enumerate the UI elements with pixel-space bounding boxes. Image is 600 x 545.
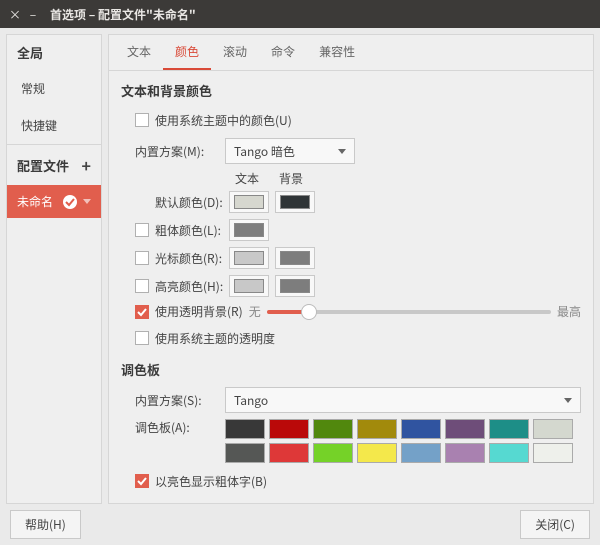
- row-use-theme-transparency[interactable]: 使用系统主题的透明度: [135, 326, 581, 350]
- select-builtin-scheme-value: Tango 暗色: [234, 143, 295, 160]
- label-default-colors: 默认颜色(D):: [155, 194, 229, 211]
- tabs: 文本颜色滚动命令兼容性: [109, 35, 593, 71]
- palette-grid: [225, 419, 581, 463]
- highlight-text-color-button[interactable]: [229, 275, 269, 297]
- titlebar: × – 首选项 – 配置文件"未命名": [0, 0, 600, 28]
- check-circle-icon: [63, 195, 77, 209]
- row-bold-bright[interactable]: 以亮色显示粗体字(B): [135, 469, 581, 493]
- palette-swatch-6[interactable]: [489, 419, 529, 439]
- chevron-down-icon: [564, 398, 572, 403]
- slider-min-label: 无: [249, 303, 261, 320]
- cursor-bg-color-button[interactable]: [275, 247, 315, 269]
- row-palette-scheme: 内置方案(S): Tango: [135, 387, 581, 413]
- label-bold-color: 粗体颜色(L):: [155, 222, 229, 239]
- label-palette-colors: 调色板(A):: [135, 419, 225, 436]
- bold-color-button[interactable]: [229, 219, 269, 241]
- sidebar-profile-active[interactable]: 未命名: [7, 185, 101, 218]
- sidebar-item-shortcuts[interactable]: 快捷键: [7, 107, 101, 144]
- row-highlight-color: 高亮颜色(H):: [135, 275, 581, 297]
- row-cursor-color: 光标颜色(R):: [135, 247, 581, 269]
- label-transparent-bg: 使用透明背景(R): [155, 303, 243, 320]
- highlight-bg-color-button[interactable]: [275, 275, 315, 297]
- default-bg-color-button[interactable]: [275, 191, 315, 213]
- tab-4[interactable]: 兼容性: [307, 35, 367, 70]
- col-text-label: 文本: [225, 170, 269, 187]
- palette-swatch-0[interactable]: [225, 419, 265, 439]
- slider-max-label: 最高: [557, 303, 581, 320]
- minimize-window-icon[interactable]: –: [24, 0, 42, 28]
- default-text-color-button[interactable]: [229, 191, 269, 213]
- palette-swatch-14[interactable]: [489, 443, 529, 463]
- sidebar: 全局 常规 快捷键 配置文件 + 未命名: [6, 34, 102, 504]
- row-default-colors: 默认颜色(D):: [135, 191, 581, 213]
- help-button[interactable]: 帮助(H): [10, 510, 81, 539]
- color-columns-header: 文本 背景: [225, 170, 581, 187]
- tab-3[interactable]: 命令: [259, 35, 307, 70]
- label-use-theme-transparency: 使用系统主题的透明度: [155, 330, 275, 347]
- palette-swatch-5[interactable]: [445, 419, 485, 439]
- checkbox-bold-color[interactable]: [135, 223, 149, 237]
- palette-swatch-15[interactable]: [533, 443, 573, 463]
- close-button[interactable]: 关闭(C): [520, 510, 590, 539]
- checkbox-transparent-bg[interactable]: [135, 305, 149, 319]
- palette-swatch-9[interactable]: [269, 443, 309, 463]
- checkbox-use-theme-transparency[interactable]: [135, 331, 149, 345]
- checkbox-highlight-color[interactable]: [135, 279, 149, 293]
- content: 全局 常规 快捷键 配置文件 + 未命名 文本颜色滚动命令兼容性 文本和背景颜色: [0, 28, 600, 510]
- col-bg-label: 背景: [269, 170, 313, 187]
- label-builtin-scheme: 内置方案(M):: [135, 143, 225, 160]
- select-palette-scheme[interactable]: Tango: [225, 387, 581, 413]
- row-use-theme-colors[interactable]: 使用系统主题中的颜色(U): [135, 108, 581, 132]
- profile-menu-caret-icon[interactable]: [83, 199, 91, 204]
- sidebar-header-profiles: 配置文件 +: [7, 145, 101, 185]
- footer: 帮助(H) 关闭(C): [0, 510, 600, 545]
- label-highlight-color: 高亮颜色(H):: [155, 278, 229, 295]
- palette-swatch-2[interactable]: [313, 419, 353, 439]
- row-bold-color: 粗体颜色(L):: [135, 219, 581, 241]
- palette-swatch-12[interactable]: [401, 443, 441, 463]
- label-palette-scheme: 内置方案(S):: [135, 392, 225, 409]
- palette-swatch-7[interactable]: [533, 419, 573, 439]
- label-cursor-color: 光标颜色(R):: [155, 250, 229, 267]
- label-use-theme-colors: 使用系统主题中的颜色(U): [155, 112, 292, 129]
- sidebar-header-global: 全局: [7, 35, 101, 70]
- checkbox-bold-bright[interactable]: [135, 474, 149, 488]
- label-bold-bright: 以亮色显示粗体字(B): [155, 473, 267, 490]
- main-panel: 文本颜色滚动命令兼容性 文本和背景颜色 使用系统主题中的颜色(U) 内置方案(M…: [108, 34, 594, 504]
- add-profile-button[interactable]: +: [82, 153, 91, 177]
- sidebar-profile-label: 未命名: [17, 193, 53, 210]
- sidebar-item-general[interactable]: 常规: [7, 70, 101, 107]
- section-title-text-bg: 文本和背景颜色: [121, 81, 581, 100]
- transparency-slider-wrap: 无 最高: [249, 303, 581, 320]
- palette-swatch-1[interactable]: [269, 419, 309, 439]
- row-builtin-scheme: 内置方案(M): Tango 暗色: [135, 138, 581, 164]
- tab-1[interactable]: 颜色: [163, 35, 211, 70]
- palette-swatch-11[interactable]: [357, 443, 397, 463]
- chevron-down-icon: [338, 149, 346, 154]
- tab-2[interactable]: 滚动: [211, 35, 259, 70]
- checkbox-cursor-color[interactable]: [135, 251, 149, 265]
- palette-swatch-8[interactable]: [225, 443, 265, 463]
- row-palette-colors: 调色板(A):: [135, 419, 581, 463]
- section-title-palette: 调色板: [121, 360, 581, 379]
- palette-swatch-13[interactable]: [445, 443, 485, 463]
- tab-0[interactable]: 文本: [115, 35, 163, 70]
- tab-pane-colors: 文本和背景颜色 使用系统主题中的颜色(U) 内置方案(M): Tango 暗色 …: [109, 71, 593, 503]
- checkbox-use-theme-colors[interactable]: [135, 113, 149, 127]
- palette-swatch-4[interactable]: [401, 419, 441, 439]
- cursor-text-color-button[interactable]: [229, 247, 269, 269]
- transparency-slider[interactable]: [267, 304, 551, 320]
- close-window-icon[interactable]: ×: [6, 0, 24, 28]
- window-title: 首选项 – 配置文件"未命名": [50, 6, 196, 23]
- row-transparent-bg: 使用透明背景(R) 无 最高: [135, 303, 581, 320]
- select-builtin-scheme[interactable]: Tango 暗色: [225, 138, 355, 164]
- palette-swatch-3[interactable]: [357, 419, 397, 439]
- sidebar-header-profiles-label: 配置文件: [17, 156, 69, 175]
- select-palette-scheme-value: Tango: [234, 392, 268, 409]
- palette-swatch-10[interactable]: [313, 443, 353, 463]
